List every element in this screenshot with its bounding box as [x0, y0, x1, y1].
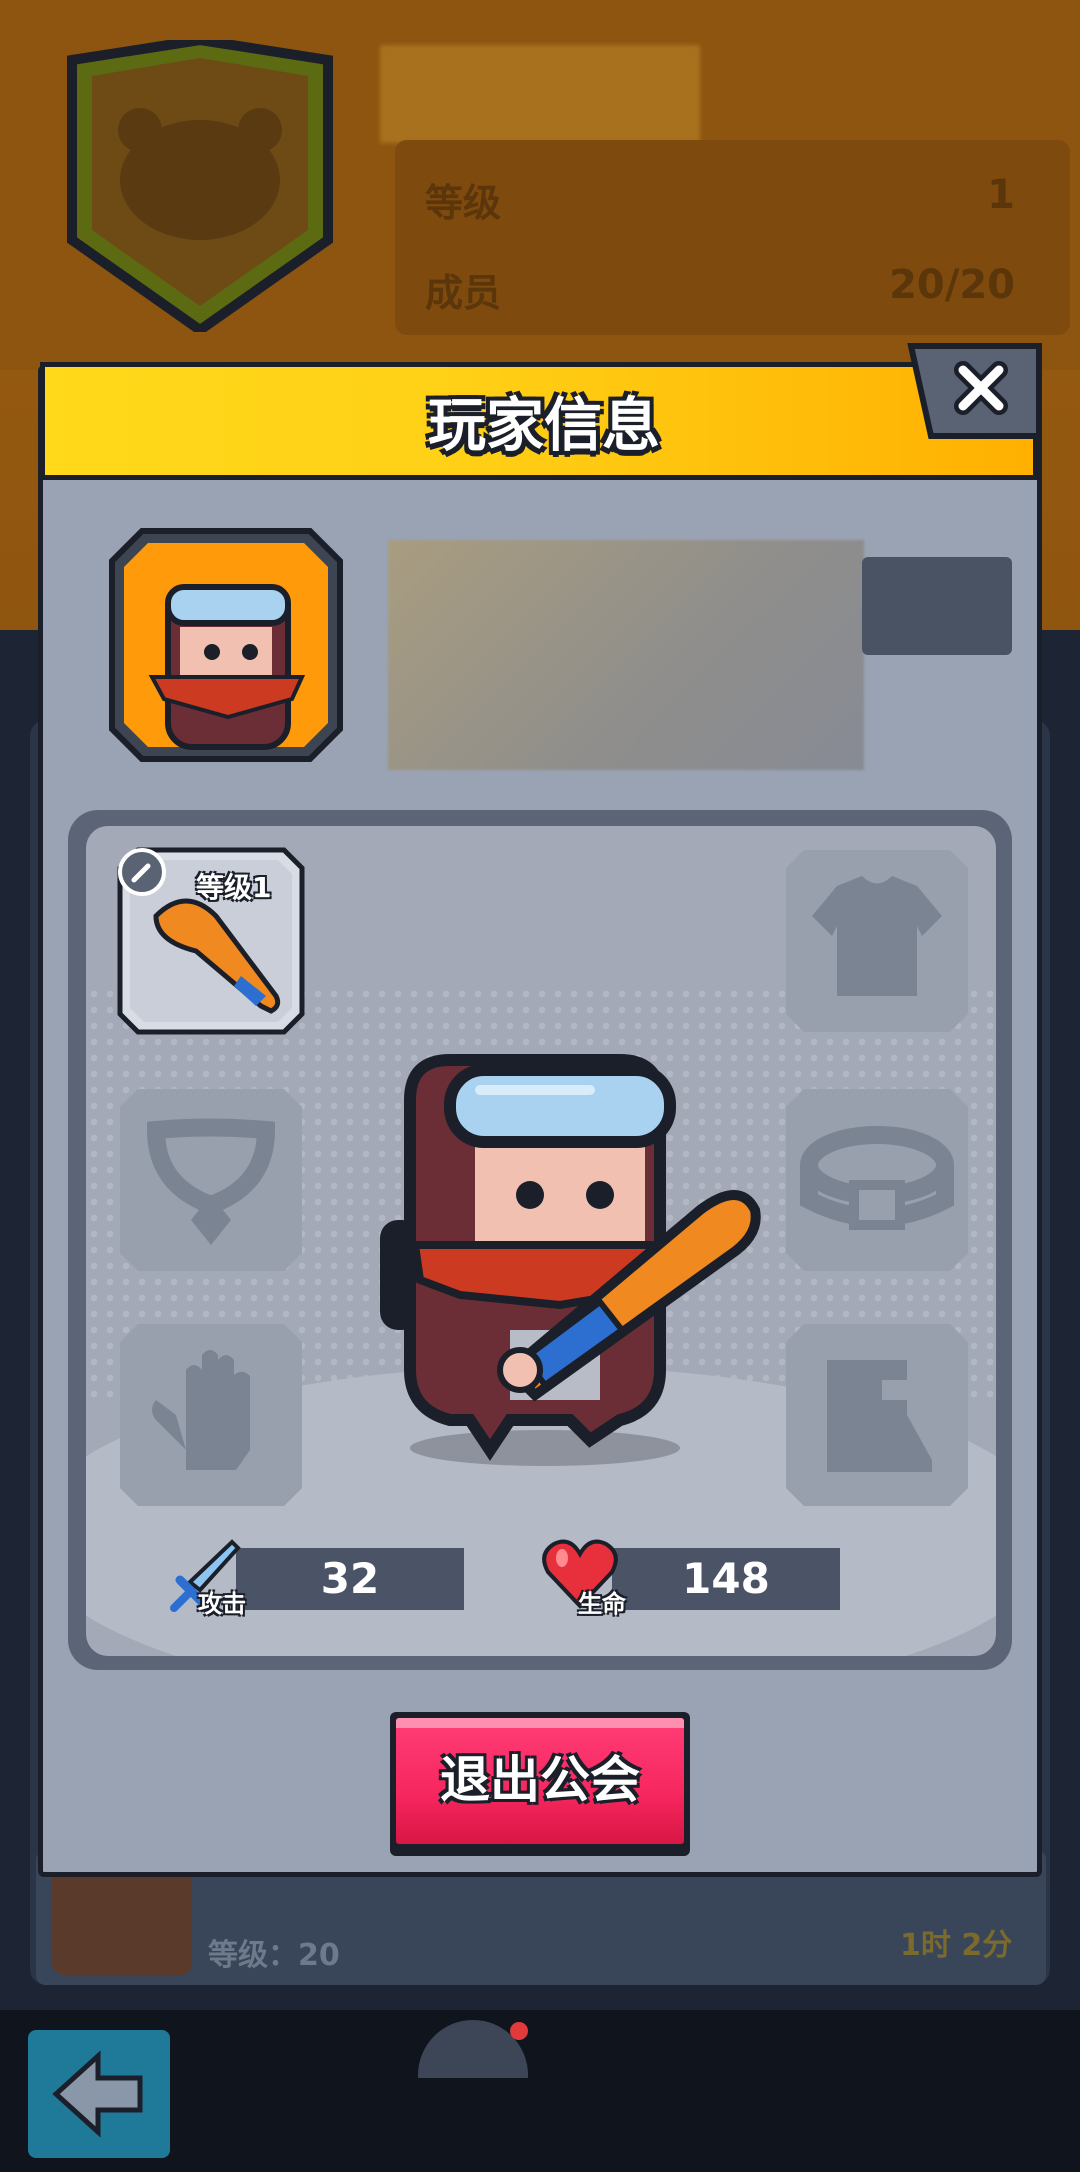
attack-value: 32: [320, 1554, 380, 1603]
back-button[interactable]: [28, 2030, 170, 2158]
member-last-online: 1时 2分: [900, 1928, 1013, 1963]
avatar: [109, 528, 343, 762]
hp-value: 148: [682, 1554, 770, 1603]
hp-label: 生命: [578, 1590, 626, 1618]
member-level: 等级：20: [208, 1938, 340, 1973]
guild-level-value: 1: [987, 172, 1015, 218]
player-character: [380, 1054, 761, 1466]
back-arrow-icon: [52, 2050, 143, 2138]
player-name-bar: [862, 557, 1012, 655]
quit-guild-button[interactable]: 退出公会: [390, 1712, 690, 1856]
quit-guild-label: 退出公会: [440, 1751, 640, 1809]
guild-level-label: 等级: [425, 181, 502, 225]
weapon-level-label: 等级1: [196, 871, 272, 904]
belt-slot[interactable]: [782, 1085, 972, 1275]
player-name-blurred: [388, 540, 864, 770]
raccoon-emblem-icon: [67, 40, 333, 332]
armor-slot[interactable]: [782, 846, 972, 1036]
guild-members-value: 20/20: [889, 262, 1015, 308]
glove-slot[interactable]: [116, 1320, 306, 1510]
necklace-slot[interactable]: [116, 1085, 306, 1275]
guild-name-blurred: [380, 45, 700, 143]
dialog-title: 玩家信息: [427, 391, 660, 459]
boot-slot[interactable]: [782, 1320, 972, 1510]
notification-dot: [510, 2022, 528, 2040]
dialog-header: 玩家信息: [40, 362, 1038, 480]
avatar: [52, 1865, 192, 1975]
attack-label: 攻击: [198, 1590, 246, 1618]
close-button[interactable]: [905, 340, 1045, 440]
guild-members-label: 成员: [425, 271, 502, 315]
